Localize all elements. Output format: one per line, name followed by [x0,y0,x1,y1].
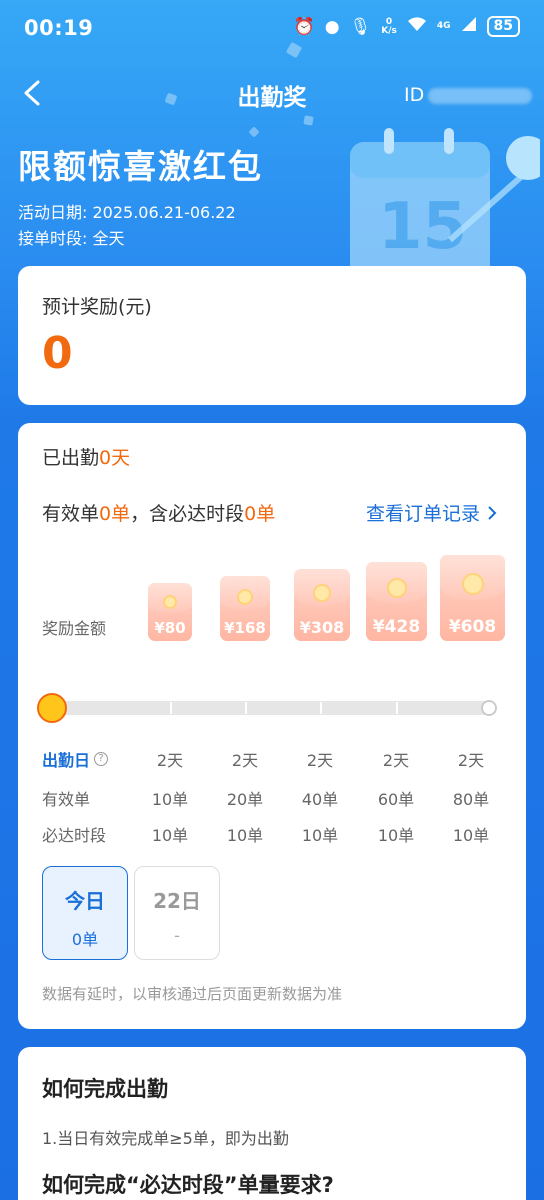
grid-cell: 2天 [156,751,184,770]
must-period-count: 0单 [244,503,276,525]
how-to-card: 如何完成出勤 1.当日有效完成单≥5单，即为出勤 如何完成“必达时段”单量要求? [18,1047,526,1200]
battery-level: 85 [486,16,520,37]
grid-cell: 80单 [452,790,490,809]
attendance-card: 已出勤0天 有效单0单，含必达时段0单 查看订单记录 奖励金额 ¥80 ¥168… [18,423,526,1029]
grid-cell: 60单 [377,790,415,809]
progress-tick [170,702,172,714]
alarm-icon: ⏰ [293,16,315,37]
grid-cell: 10单 [377,826,415,845]
red-envelope-tier-2: ¥168 [220,576,270,641]
day-tab-value: 0单 [71,930,99,949]
user-id-label: ID [404,84,425,106]
view-order-records-link[interactable]: 查看订单记录 [366,499,498,526]
attendance-days: 已出勤0天 [42,447,131,469]
grid-cell: 2天 [382,751,410,770]
chevron-right-icon [488,505,497,520]
red-envelope-tier-1: ¥80 [148,583,192,641]
day-tab-22[interactable]: 22日 - [134,866,220,960]
tier-amount: ¥80 [154,619,186,637]
order-period: 接单时段: 全天 [18,229,125,248]
grid-cell: 10单 [151,826,189,845]
grid-cell: 10单 [452,826,490,845]
grid-cell: 2天 [306,751,334,770]
valid-orders-summary: 有效单0单，含必达时段0单 [42,503,276,525]
microphone-icon: 🎙 [349,16,372,37]
valid-orders-row-label: 有效单 [42,790,91,809]
user-id-masked [428,88,532,104]
data-delay-note: 数据有延时，以审核通过后页面更新数据为准 [42,985,343,1003]
activity-date: 活动日期: 2025.06.21-06.22 [18,203,236,222]
top-nav: 出勤奖 ID [0,68,544,120]
network-speed: 0 K/s [381,16,397,36]
day-tab-label: 22日 [153,889,201,913]
red-envelope-tier-3: ¥308 [294,569,350,641]
grid-cell: 40单 [301,790,339,809]
how-must-period-title: 如何完成“必达时段”单量要求? [42,1173,334,1197]
signal-type: 4G [436,21,451,31]
grid-cell: 20单 [226,790,264,809]
grid-cell: 2天 [457,751,485,770]
confetti-decoration [248,126,260,138]
location-icon: ● [324,16,340,37]
day-tab-value: - [174,926,180,945]
day-tab-label: 今日 [65,889,105,913]
hero-title: 限额惊喜激红包 [18,147,263,186]
status-time: 00:19 [24,16,94,40]
attendance-days-value: 0天 [99,447,131,469]
svg-text:15: 15 [378,190,467,264]
tier-amount: ¥608 [448,617,497,637]
calendar-illustration: 15 [350,128,540,270]
red-envelope-tier-4: ¥428 [366,562,427,641]
status-bar: 00:19 ⏰ ● 🎙 0 K/s 4G 85 [0,0,544,56]
how-attendance-title: 如何完成出勤 [42,1077,168,1101]
grid-cell: 10单 [151,790,189,809]
day-tab-today[interactable]: 今日 0单 [42,866,128,960]
valid-orders-count: 0单 [99,503,131,525]
progress-track [58,701,492,715]
progress-indicator [37,693,67,723]
grid-cell: 2天 [231,751,259,770]
progress-tick [245,702,247,714]
tier-amount: ¥308 [299,618,345,637]
status-icons: ⏰ ● 🎙 0 K/s 4G 85 [294,16,520,37]
how-attendance-rule: 1.当日有效完成单≥5单，即为出勤 [42,1129,289,1148]
red-envelope-tier-5: ¥608 [440,555,505,641]
tier-amount: ¥428 [372,617,421,637]
reward-value: 0 [42,328,73,379]
progress-tick [396,702,398,714]
estimated-reward-card: 预计奖励(元) 0 [18,266,526,405]
wifi-icon [407,16,427,37]
help-icon[interactable]: ? [94,752,109,766]
grid-cell: 10单 [226,826,264,845]
signal-icon [461,16,477,37]
reward-label: 预计奖励(元) [42,296,152,318]
grid-cell: 10单 [301,826,339,845]
progress-tick [320,702,322,714]
reward-amount-label: 奖励金额 [42,619,107,638]
tier-amount: ¥168 [224,619,266,637]
must-period-row-label: 必达时段 [42,826,107,845]
attendance-days-row-label: 出勤日? [42,747,109,771]
progress-end-marker [481,700,497,716]
